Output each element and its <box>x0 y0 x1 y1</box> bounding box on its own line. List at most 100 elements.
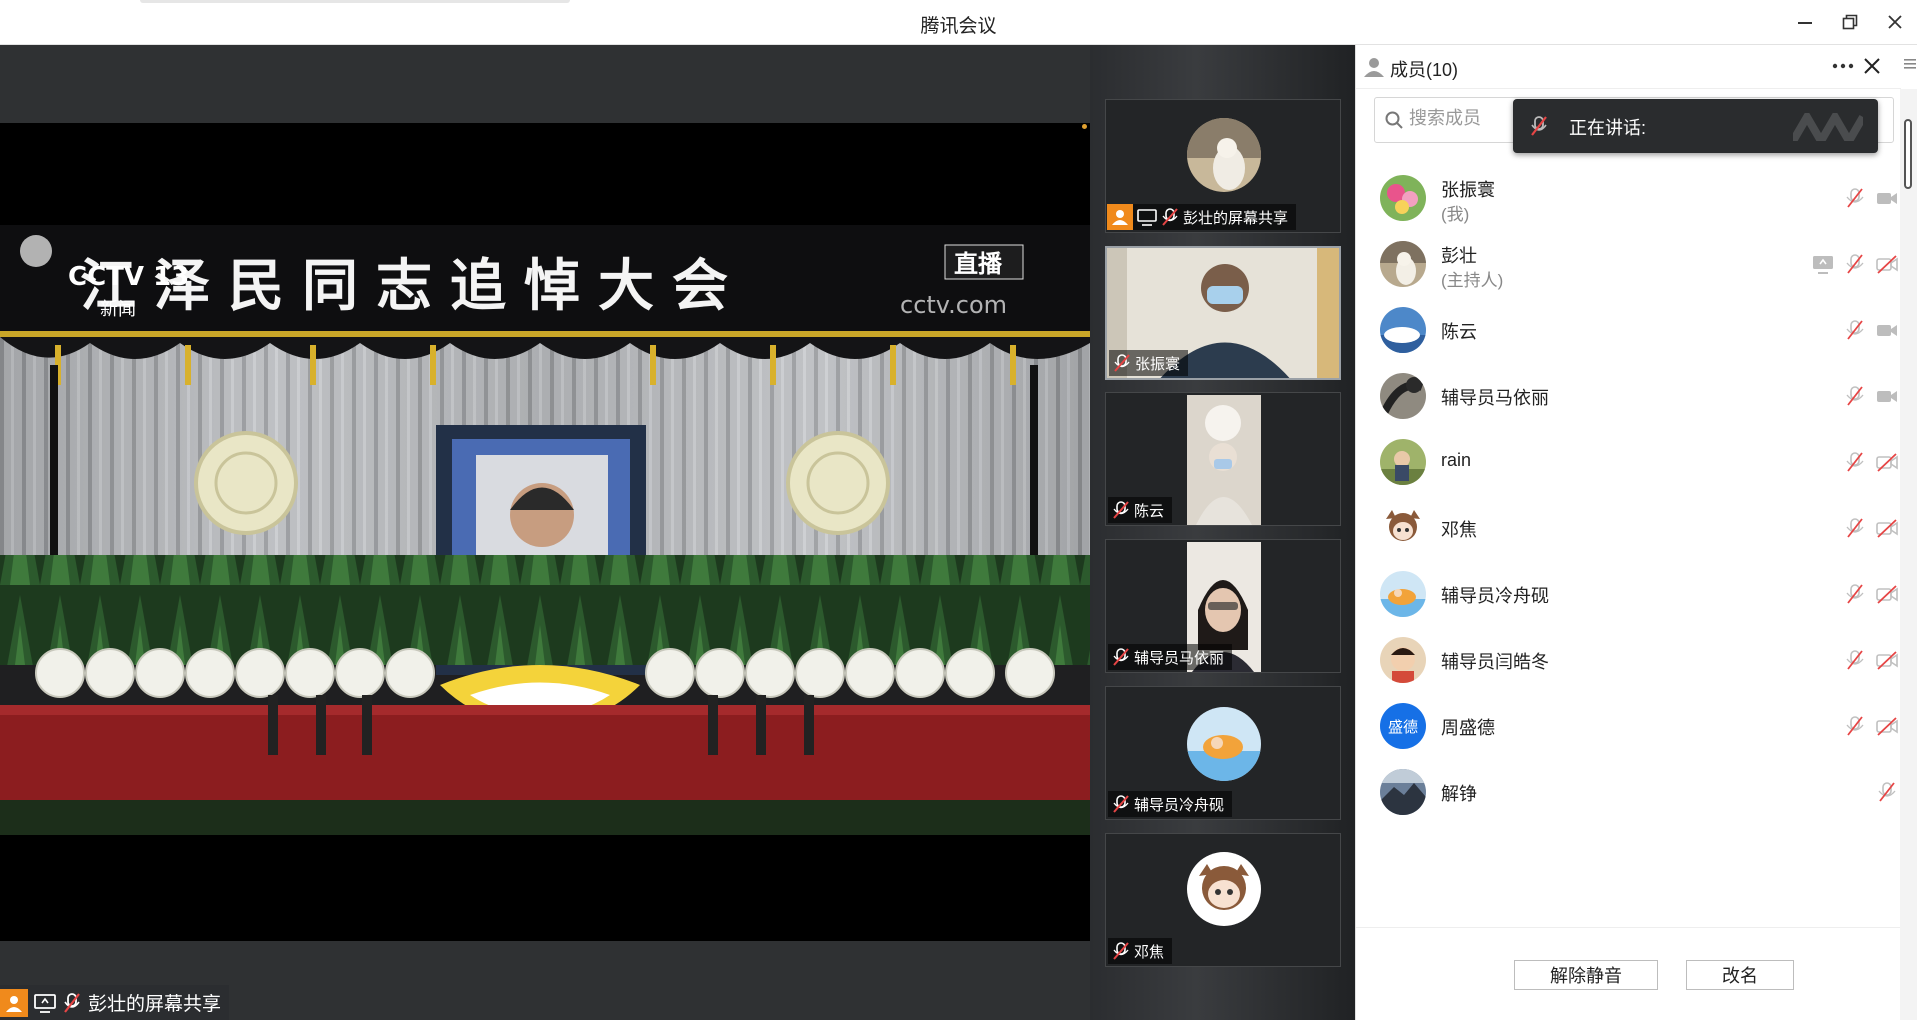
mic-muted-icon[interactable] <box>1844 517 1866 539</box>
member-name: 辅导员闫皓冬 <box>1441 652 1549 672</box>
member-avatar <box>1380 637 1426 683</box>
tile-avatar <box>1187 852 1261 926</box>
member-avatar <box>1380 175 1426 221</box>
tile-name: 陈云 <box>1134 502 1165 520</box>
member-row[interactable]: 彭壮 (主持人) <box>1356 231 1901 297</box>
camera-on-icon[interactable] <box>1876 385 1898 407</box>
mic-muted-icon <box>1114 354 1130 372</box>
video-tile-zhang[interactable]: 张振寰 <box>1105 246 1341 380</box>
video-tile-deng[interactable]: 邓焦 <box>1105 833 1341 967</box>
more-options-button[interactable] <box>1831 54 1855 78</box>
tile-name: 辅导员冷舟砚 <box>1134 796 1225 814</box>
mic-muted-icon <box>64 992 80 1013</box>
member-name: 辅导员马依丽 <box>1441 388 1549 408</box>
speaking-label: 正在讲话: <box>1569 118 1647 138</box>
panel-menu-button[interactable] <box>1904 57 1916 75</box>
mic-muted-icon <box>1531 116 1547 136</box>
member-row[interactable]: 陈云 <box>1356 297 1901 363</box>
rename-button[interactable]: 改名 <box>1686 960 1794 990</box>
member-name: rain <box>1441 450 1472 470</box>
search-icon <box>1385 111 1403 129</box>
panel-header: 成员(10) <box>1356 45 1901 89</box>
minimize-button[interactable] <box>1790 8 1820 36</box>
tile-name-badge: 邓焦 <box>1108 938 1173 964</box>
camera-off-icon[interactable] <box>1876 649 1898 671</box>
stage-dot <box>1082 124 1087 129</box>
close-window-button[interactable] <box>1880 8 1910 36</box>
mic-muted-icon[interactable] <box>1844 319 1866 341</box>
video-tile-ma[interactable]: 辅导员马依丽 <box>1105 539 1341 673</box>
close-icon <box>1888 15 1902 29</box>
avatar-initials: 盛德 <box>1387 718 1418 736</box>
tile-avatar <box>1187 118 1261 192</box>
close-icon <box>1864 58 1880 74</box>
scrollbar-thumb[interactable] <box>1904 119 1912 189</box>
mic-muted-icon <box>1113 501 1129 519</box>
members-icon <box>1364 58 1384 77</box>
member-avatar <box>1380 373 1426 419</box>
member-row[interactable]: 辅导员马依丽 <box>1356 363 1901 429</box>
member-name: 解铮 <box>1441 784 1477 804</box>
channel-logo: CCTV 13 <box>68 262 189 292</box>
member-role: (我) <box>1441 205 1470 224</box>
member-row[interactable]: 张振寰 (我) <box>1356 165 1901 231</box>
close-panel-button[interactable] <box>1861 55 1883 77</box>
member-row[interactable]: 盛德 周盛德 <box>1356 693 1901 759</box>
member-avatar <box>1380 571 1426 617</box>
tile-name-badge: 辅导员马依丽 <box>1108 644 1233 670</box>
unmute-all-button[interactable]: 解除静音 <box>1514 960 1658 990</box>
member-name: 辅导员冷舟砚 <box>1441 586 1549 606</box>
restore-button[interactable] <box>1835 8 1865 36</box>
mic-muted-icon <box>1162 208 1178 226</box>
mic-muted-icon <box>1113 942 1129 960</box>
video-tile-share[interactable]: 彭壮的屏幕共享 <box>1105 99 1341 233</box>
member-row[interactable]: 辅导员冷舟砚 <box>1356 561 1901 627</box>
mic-muted-icon[interactable] <box>1876 781 1898 803</box>
member-name: 邓焦 <box>1441 520 1477 540</box>
mic-muted-icon <box>1113 795 1129 813</box>
tile-name: 邓焦 <box>1134 943 1165 961</box>
minimize-icon <box>1798 22 1812 24</box>
speaker-pattern-icon <box>1793 113 1863 141</box>
camera-on-icon[interactable] <box>1876 319 1898 341</box>
mic-muted-icon[interactable] <box>1844 649 1866 671</box>
title-bar: 腾讯会议 <box>0 0 1917 45</box>
member-name: 张振寰 <box>1441 180 1495 200</box>
speaking-tooltip: 正在讲话: <box>1513 99 1878 153</box>
tile-name-badge: 彭壮的屏幕共享 <box>1107 204 1297 230</box>
camera-off-icon[interactable] <box>1876 451 1898 473</box>
member-row[interactable]: rain <box>1356 429 1901 495</box>
mic-muted-icon[interactable] <box>1844 715 1866 737</box>
camera-off-icon[interactable] <box>1876 517 1898 539</box>
mic-muted-icon[interactable] <box>1844 583 1866 605</box>
screen-share-stage[interactable]: 江泽民同志追悼大会 CCTV 13 新闻 直播 cctv.com <box>0 45 1090 1020</box>
more-icon <box>1832 63 1854 69</box>
screen-share-icon <box>1137 209 1157 226</box>
window-title: 腾讯会议 <box>920 16 997 37</box>
member-row[interactable]: 邓焦 <box>1356 495 1901 561</box>
camera-off-icon[interactable] <box>1876 715 1898 737</box>
tile-name-badge: 辅导员冷舟砚 <box>1108 791 1233 817</box>
mic-muted-icon[interactable] <box>1844 187 1866 209</box>
memorial-hall-picture: 江泽民同志追悼大会 CCTV 13 新闻 直播 cctv.com <box>0 225 1090 835</box>
member-name: 陈云 <box>1441 322 1477 342</box>
camera-off-icon[interactable] <box>1876 583 1898 605</box>
broadcast-scene: 江泽民同志追悼大会 CCTV 13 新闻 直播 cctv.com <box>0 225 1090 835</box>
camera-on-icon[interactable] <box>1876 187 1898 209</box>
share-badge-label: 彭壮的屏幕共享 <box>88 994 222 1015</box>
member-name: 彭壮 <box>1441 246 1477 266</box>
video-tile-chen[interactable]: 陈云 <box>1105 392 1341 526</box>
video-tile-leng[interactable]: 辅导员冷舟砚 <box>1105 686 1341 820</box>
shared-video: 江泽民同志追悼大会 CCTV 13 新闻 直播 cctv.com <box>0 123 1090 941</box>
live-tag: 直播 <box>954 250 1003 278</box>
member-row[interactable]: 辅导员闫皓冬 <box>1356 627 1901 693</box>
tile-name-badge: 张振寰 <box>1109 350 1189 376</box>
mic-muted-icon[interactable] <box>1844 385 1866 407</box>
camera-off-icon[interactable] <box>1876 253 1898 275</box>
mic-muted-icon[interactable] <box>1844 253 1866 275</box>
mic-muted-icon[interactable] <box>1844 451 1866 473</box>
member-row[interactable]: 解铮 <box>1356 759 1901 825</box>
panel-scrollbar[interactable] <box>1900 89 1917 1020</box>
panel-footer: 解除静音 改名 <box>1356 927 1901 1020</box>
host-user-icon <box>0 988 28 1017</box>
